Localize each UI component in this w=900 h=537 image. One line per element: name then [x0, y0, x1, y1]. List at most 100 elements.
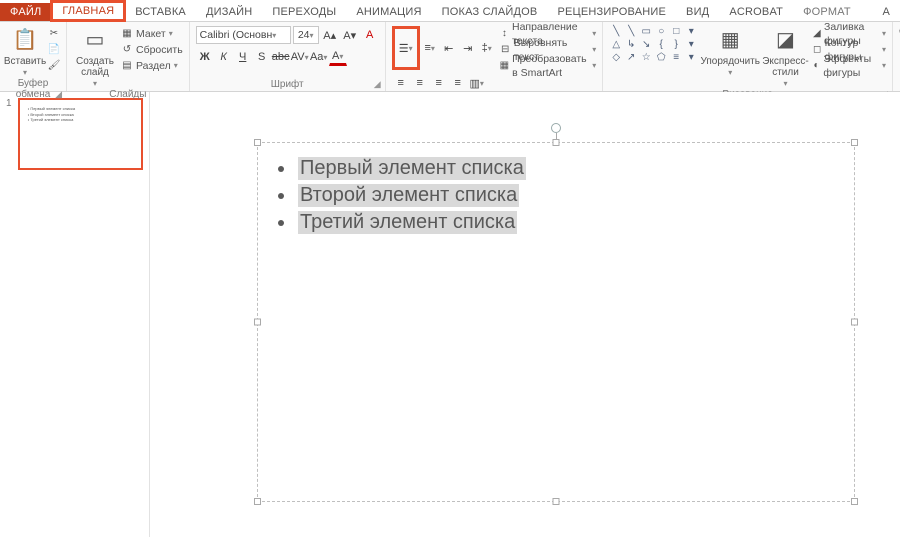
font-size-select[interactable]: 24 [293, 26, 319, 44]
styles-icon: ◪ [771, 26, 799, 54]
slide-thumbnail-1[interactable]: 1 Первый элемент списка Второй элемент с… [6, 98, 143, 170]
arrange-button[interactable]: ▦ Упорядочить [702, 26, 758, 78]
clipboard-icon: 📋 [11, 26, 39, 54]
shape-effects-button[interactable]: ◐Эффекты фигуры [813, 58, 886, 73]
decrease-indent-button[interactable]: ⇤ [440, 39, 458, 57]
tab-view[interactable]: ВИД [676, 3, 719, 21]
font-color-button[interactable]: A [329, 48, 347, 66]
effects-icon: ◐ [813, 60, 821, 72]
tab-design[interactable]: ДИЗАЙН [196, 3, 262, 21]
new-slide-label: Создать слайд [73, 56, 117, 78]
align-center-button[interactable]: ≡ [411, 74, 429, 92]
reset-icon: ↺ [121, 44, 133, 56]
tab-review[interactable]: РЕЦЕНЗИРОВАНИЕ [547, 3, 676, 21]
copy-button[interactable]: 📄 [48, 42, 60, 57]
tab-animation[interactable]: АНИМАЦИЯ [346, 3, 431, 21]
layout-icon: ▦ [121, 28, 133, 40]
text-direction-icon: ↕ [500, 28, 509, 40]
smartart-icon: ▦ [500, 60, 509, 72]
fill-icon: ◢ [813, 28, 821, 40]
align-right-button[interactable]: ≡ [430, 74, 448, 92]
arrange-icon: ▦ [716, 26, 744, 54]
numbering-button[interactable]: ≡ [421, 39, 439, 57]
bullet-list[interactable]: Первый элемент списка Второй элемент спи… [258, 143, 854, 248]
express-styles-button[interactable]: ◪ Экспресс-стили [762, 26, 809, 89]
tab-transitions[interactable]: ПЕРЕХОДЫ [262, 3, 346, 21]
resize-handle-se[interactable] [851, 498, 858, 505]
paste-button[interactable]: 📋 Вставить [6, 26, 44, 78]
list-item-text[interactable]: Первый элемент списка [298, 157, 526, 180]
resize-handle-e[interactable] [851, 319, 858, 326]
reset-button[interactable]: ↺Сбросить [121, 42, 183, 57]
strike-button[interactable]: abc [272, 48, 290, 66]
group-slides: ▭ Создать слайд ▦Макет ↺Сбросить ▤Раздел… [67, 22, 190, 91]
section-icon: ▤ [121, 60, 133, 72]
dialog-launcher-icon[interactable]: ◢ [374, 79, 381, 90]
list-item-text[interactable]: Второй элемент списка [298, 184, 519, 207]
slide-editor[interactable]: Первый элемент списка Второй элемент спи… [150, 92, 900, 537]
increase-indent-button[interactable]: ⇥ [459, 39, 477, 57]
spacing-button[interactable]: AV [291, 48, 309, 66]
align-text-icon: ⊟ [500, 44, 511, 56]
tab-truncated: А [872, 3, 900, 21]
align-left-button[interactable]: ≡ [392, 74, 410, 92]
content-placeholder[interactable]: Первый элемент списка Второй элемент спи… [257, 142, 855, 502]
resize-handle-ne[interactable] [851, 139, 858, 146]
rotate-handle[interactable] [551, 123, 561, 133]
italic-button[interactable]: К [215, 48, 233, 66]
section-button[interactable]: ▤Раздел [121, 58, 183, 73]
tab-file[interactable]: ФАЙЛ [0, 3, 51, 21]
decrease-font-button[interactable]: A▾ [341, 26, 359, 44]
resize-handle-n[interactable] [553, 139, 560, 146]
clear-format-button[interactable]: A [361, 26, 379, 44]
columns-button[interactable]: ▥ [468, 74, 486, 92]
bullets-button[interactable]: ☰ [395, 29, 417, 67]
thumbnail-preview: Первый элемент списка Второй элемент спи… [18, 98, 143, 170]
smartart-button[interactable]: ▦Преобразовать в SmartArt [500, 58, 597, 73]
format-painter-button[interactable]: 🖌 [48, 58, 60, 73]
list-item[interactable]: Первый элемент списка [278, 157, 834, 180]
line-spacing-button[interactable]: ‡ [478, 39, 496, 57]
bold-button[interactable]: Ж [196, 48, 214, 66]
shadow-button[interactable]: S [253, 48, 271, 66]
brush-icon: 🖌 [48, 60, 60, 72]
bullet-icon [278, 166, 284, 172]
outline-icon: ◻ [813, 44, 822, 56]
shapes-gallery[interactable]: ╲╲▭○□▾ △↳↘{}▾ ◇↗☆⬠≡▾ [609, 26, 698, 64]
slide-thumbnails-panel: 1 Первый элемент списка Второй элемент с… [0, 92, 150, 537]
resize-handle-sw[interactable] [254, 498, 261, 505]
group-font: Calibri (Основн 24 A▴ A▾ A Ж К Ч S abc A… [190, 22, 386, 91]
dialog-launcher-icon[interactable]: ◢ [55, 89, 62, 100]
justify-button[interactable]: ≡ [449, 74, 467, 92]
resize-handle-nw[interactable] [254, 139, 261, 146]
resize-handle-s[interactable] [553, 498, 560, 505]
new-slide-icon: ▭ [81, 26, 109, 54]
group-clipboard-label: Буфер обмена◢ [6, 78, 60, 101]
list-item[interactable]: Третий элемент списка [278, 211, 834, 234]
resize-handle-w[interactable] [254, 319, 261, 326]
group-editing: 🔍Най ↔Зам ▭Выд Редакти [893, 22, 900, 91]
underline-button[interactable]: Ч [234, 48, 252, 66]
tab-acrobat[interactable]: ACROBAT [719, 3, 793, 21]
new-slide-button[interactable]: ▭ Создать слайд [73, 26, 117, 89]
tab-insert[interactable]: ВСТАВКА [125, 3, 196, 21]
list-item-text[interactable]: Третий элемент списка [298, 211, 517, 234]
slide-canvas[interactable]: Первый элемент списка Второй элемент спи… [185, 112, 865, 512]
group-font-label: Шрифт◢ [196, 79, 379, 91]
tab-format[interactable]: ФОРМАТ [793, 3, 861, 21]
bullets-highlight: ☰ [392, 26, 420, 70]
slide-number: 1 [6, 98, 14, 170]
font-name-select[interactable]: Calibri (Основн [196, 26, 291, 44]
tab-slideshow[interactable]: ПОКАЗ СЛАЙДОВ [432, 3, 548, 21]
copy-icon: 📄 [48, 44, 60, 56]
group-paragraph: ☰ ≡ ⇤ ⇥ ‡ ≡ ≡ ≡ ≡ ▥ ↕Направление текста … [386, 22, 604, 91]
bullet-icon [278, 220, 284, 226]
case-button[interactable]: Aa [310, 48, 328, 66]
bullet-icon [278, 193, 284, 199]
layout-button[interactable]: ▦Макет [121, 26, 183, 41]
tab-home[interactable]: ГЛАВНАЯ [51, 1, 125, 21]
increase-font-button[interactable]: A▴ [321, 26, 339, 44]
group-drawing: ╲╲▭○□▾ △↳↘{}▾ ◇↗☆⬠≡▾ ▦ Упорядочить ◪ Экс… [603, 22, 893, 91]
list-item[interactable]: Второй элемент списка [278, 184, 834, 207]
cut-button[interactable]: ✂ [48, 26, 60, 41]
